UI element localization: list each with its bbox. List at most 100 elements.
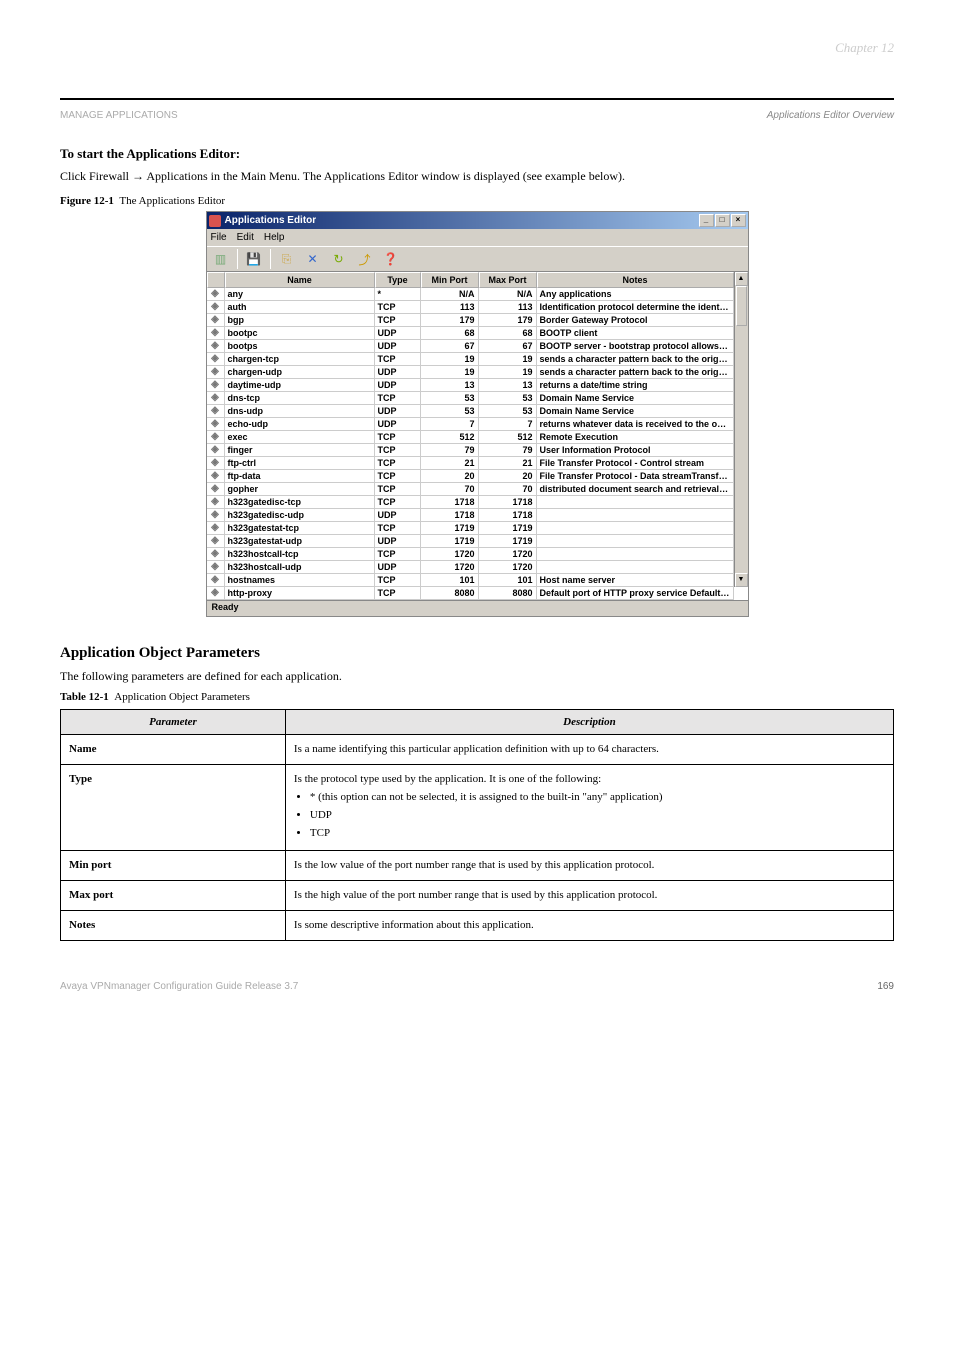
cell-name[interactable]: any	[225, 288, 375, 301]
cell-name[interactable]: dns-tcp	[225, 392, 375, 405]
param-name: Type	[61, 765, 286, 851]
row-icon: ◈	[207, 353, 225, 366]
row-icon: ◈	[207, 587, 225, 600]
scroll-thumb[interactable]	[736, 286, 747, 326]
cell-notes: distributed document search and retrieva…	[537, 483, 734, 496]
cell-notes: File Transfer Protocol - Control stream	[537, 457, 734, 470]
cell-name[interactable]: h323hostcall-udp	[225, 561, 375, 574]
menu-file[interactable]: File	[211, 232, 227, 243]
param-desc: Is the protocol type used by the applica…	[285, 765, 893, 851]
cell-name[interactable]: auth	[225, 301, 375, 314]
cell-name[interactable]: bgp	[225, 314, 375, 327]
cell-name[interactable]: h323gatedisc-tcp	[225, 496, 375, 509]
cell-notes	[537, 548, 734, 561]
cell-minport: N/A	[421, 288, 479, 301]
row-icon: ◈	[207, 392, 225, 405]
scroll-up-icon[interactable]: ▲	[735, 272, 748, 286]
cell-minport: 7	[421, 418, 479, 431]
cell-name[interactable]: bootpc	[225, 327, 375, 340]
cell-maxport: 512	[479, 431, 537, 444]
scroll-down-icon[interactable]: ▼	[735, 573, 748, 587]
grid-header-name[interactable]: Name	[225, 272, 375, 288]
row-icon: ◈	[207, 301, 225, 314]
cell-name[interactable]: gopher	[225, 483, 375, 496]
grid-header-notes[interactable]: Notes	[537, 272, 734, 288]
cell-minport: 1719	[421, 535, 479, 548]
cell-name[interactable]: h323gatedisc-udp	[225, 509, 375, 522]
refresh-icon[interactable]: ↻	[329, 249, 349, 269]
cell-type: TCP	[375, 483, 421, 496]
cell-maxport: 101	[479, 574, 537, 587]
row-icon: ◈	[207, 405, 225, 418]
cell-name[interactable]: echo-udp	[225, 418, 375, 431]
scrollbar[interactable]: ▲▼	[734, 272, 748, 587]
cell-maxport: 8080	[479, 587, 537, 600]
cell-minport: 53	[421, 392, 479, 405]
table-row: Name Is a name identifying this particul…	[61, 735, 894, 765]
cell-minport: 21	[421, 457, 479, 470]
param-desc: Is some descriptive information about th…	[285, 911, 893, 941]
cell-name[interactable]: hostnames	[225, 574, 375, 587]
cell-notes	[537, 522, 734, 535]
window-controls: _ □ ×	[699, 214, 746, 227]
cell-minport: 113	[421, 301, 479, 314]
cell-type: UDP	[375, 418, 421, 431]
grid-header-minport[interactable]: Min Port	[421, 272, 479, 288]
save-icon[interactable]: 💾	[244, 249, 264, 269]
cell-type: TCP	[375, 548, 421, 561]
grid-header-icon	[207, 272, 225, 288]
close-button[interactable]: ×	[731, 214, 746, 227]
menu-help[interactable]: Help	[264, 232, 285, 243]
cell-maxport: N/A	[479, 288, 537, 301]
cell-name[interactable]: ftp-data	[225, 470, 375, 483]
cell-minport: 19	[421, 353, 479, 366]
row-icon: ◈	[207, 431, 225, 444]
cell-notes	[537, 509, 734, 522]
list-item: * (this option can not be selected, it i…	[310, 790, 885, 805]
cell-notes: Host name server	[537, 574, 734, 587]
cell-maxport: 68	[479, 327, 537, 340]
cell-type: TCP	[375, 496, 421, 509]
help-icon[interactable]: ❓	[381, 249, 401, 269]
cell-minport: 20	[421, 470, 479, 483]
menu-edit[interactable]: Edit	[237, 232, 254, 243]
cell-name[interactable]: chargen-udp	[225, 366, 375, 379]
cell-type: TCP	[375, 392, 421, 405]
cell-name[interactable]: finger	[225, 444, 375, 457]
grid-header-type[interactable]: Type	[375, 272, 421, 288]
cell-notes	[537, 561, 734, 574]
grid-header-maxport[interactable]: Max Port	[479, 272, 537, 288]
minimize-button[interactable]: _	[699, 214, 714, 227]
cell-maxport: 113	[479, 301, 537, 314]
cell-minport: 1720	[421, 561, 479, 574]
cell-minport: 1719	[421, 522, 479, 535]
cell-maxport: 1718	[479, 496, 537, 509]
cell-notes: Remote Execution	[537, 431, 734, 444]
maximize-button[interactable]: □	[715, 214, 730, 227]
cell-maxport: 1720	[479, 561, 537, 574]
cell-name[interactable]: http-proxy	[225, 587, 375, 600]
cell-maxport: 79	[479, 444, 537, 457]
table-label: Table 12-1	[60, 691, 109, 703]
copy-icon[interactable]: ⎘	[277, 249, 297, 269]
cell-type: UDP	[375, 561, 421, 574]
cell-name[interactable]: h323gatestat-udp	[225, 535, 375, 548]
cell-name[interactable]: ftp-ctrl	[225, 457, 375, 470]
row-icon: ◈	[207, 470, 225, 483]
cell-name[interactable]: bootps	[225, 340, 375, 353]
row-icon: ◈	[207, 483, 225, 496]
cell-name[interactable]: h323hostcall-tcp	[225, 548, 375, 561]
cell-name[interactable]: exec	[225, 431, 375, 444]
breadcrumb-section: MANAGE APPLICATIONS	[60, 110, 178, 121]
delete-icon[interactable]: ✕	[303, 249, 323, 269]
cell-name[interactable]: dns-udp	[225, 405, 375, 418]
cell-name[interactable]: h323gatestat-tcp	[225, 522, 375, 535]
cell-name[interactable]: daytime-udp	[225, 379, 375, 392]
cell-type: TCP	[375, 587, 421, 600]
cell-name[interactable]: chargen-tcp	[225, 353, 375, 366]
row-icon: ◈	[207, 379, 225, 392]
new-icon[interactable]: ▥	[211, 249, 231, 269]
titlebar: Applications Editor _ □ ×	[207, 212, 748, 229]
export-icon[interactable]: ⤴	[355, 249, 375, 269]
cell-type: UDP	[375, 366, 421, 379]
